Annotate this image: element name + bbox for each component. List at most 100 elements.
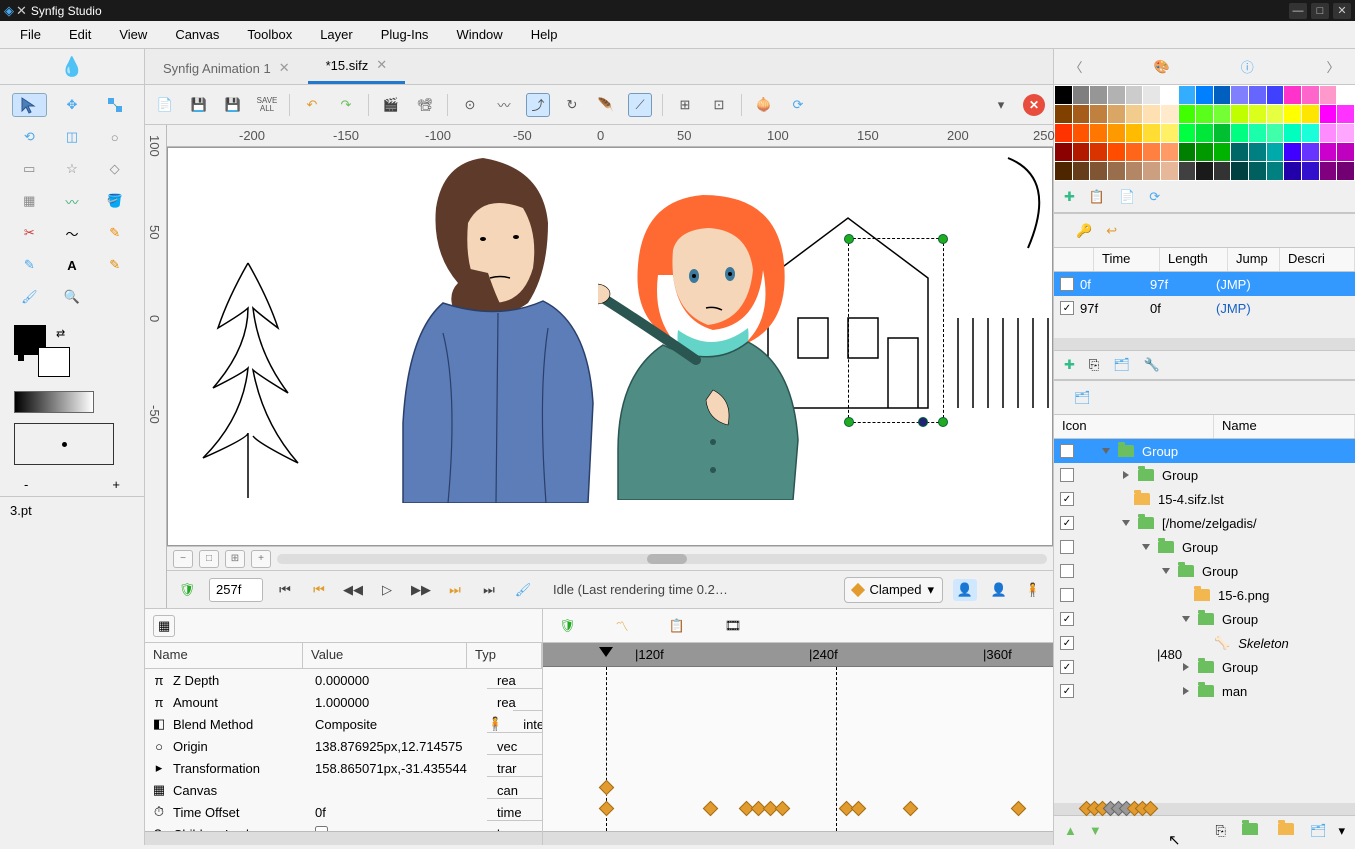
palette-cell[interactable] <box>1108 143 1125 161</box>
palette-cell[interactable] <box>1161 143 1178 161</box>
nav-fwd-icon[interactable]: 〉 <box>1321 55 1345 79</box>
palette-cell[interactable] <box>1161 124 1178 142</box>
palette-cell[interactable] <box>1267 105 1284 123</box>
palette-cell[interactable] <box>1196 105 1213 123</box>
param-value[interactable]: 0f <box>315 805 481 820</box>
tab-close-icon[interactable]: ✕ <box>376 57 387 73</box>
palette-cell[interactable] <box>1179 143 1196 161</box>
gradient-swatch[interactable] <box>14 391 94 413</box>
mode-animate-icon[interactable]: 〰 <box>492 93 516 117</box>
tool-rotate[interactable]: ⟲ <box>12 125 47 149</box>
seek-prev-frame-icon[interactable]: ◀◀ <box>341 579 365 601</box>
palette-cell[interactable] <box>1337 162 1354 180</box>
layers-tab-icon[interactable]: 🗂 <box>1074 390 1091 406</box>
layer-new-icon[interactable]: ⎘ <box>1216 823 1226 839</box>
palette-cell[interactable] <box>1284 162 1301 180</box>
nav-palette-icon[interactable]: 🎨 <box>1150 55 1174 79</box>
keyframe-jump[interactable]: (JMP) <box>1216 301 1272 316</box>
layers-col-icon[interactable]: Icon <box>1054 415 1214 438</box>
palette-cell[interactable] <box>1073 162 1090 180</box>
handle-tool-icon[interactable]: 🪶 <box>594 93 618 117</box>
menu-file[interactable]: File <box>6 23 55 46</box>
palette-cell[interactable] <box>1090 124 1107 142</box>
tool-width[interactable]: 〜 <box>55 221 90 245</box>
layer-row[interactable]: 15-6.png <box>1054 583 1355 607</box>
tool-scale[interactable] <box>97 93 132 117</box>
tool-circle[interactable]: ○ <box>97 125 132 149</box>
menu-layer[interactable]: Layer <box>306 23 367 46</box>
handle-tl[interactable] <box>844 234 854 244</box>
palette-cell[interactable] <box>1214 86 1231 104</box>
handle-origin[interactable] <box>918 417 928 427</box>
zoom-100-button[interactable]: ⊞ <box>225 550 245 568</box>
tab-15-sifz[interactable]: *15.sifz✕ <box>308 49 406 84</box>
layer-row[interactable]: ✓ [/home/zelgadis/ <box>1054 511 1355 535</box>
menu-edit[interactable]: Edit <box>55 23 105 46</box>
mode-loop-icon[interactable]: ↻ <box>560 93 584 117</box>
palette-cell[interactable] <box>1055 86 1072 104</box>
handle-tr[interactable] <box>938 234 948 244</box>
timeline-tab-2-icon[interactable]: 〽 <box>616 616 629 635</box>
palette-cell[interactable] <box>1249 124 1266 142</box>
tool-draw[interactable]: ✎ <box>12 253 47 277</box>
palette-cell[interactable] <box>1337 143 1354 161</box>
timeline-keyframe[interactable] <box>599 801 615 817</box>
tool-star[interactable]: ☆ <box>55 157 90 181</box>
palette-cell[interactable] <box>1320 162 1337 180</box>
layer-group-icon[interactable] <box>1238 823 1262 838</box>
menu-view[interactable]: View <box>105 23 161 46</box>
keyframe-row[interactable]: ✓ 97f 0f (JMP) <box>1054 296 1355 320</box>
current-frame-input[interactable]: 257f <box>209 578 263 602</box>
canvas-viewport[interactable] <box>167 147 1053 546</box>
param-value[interactable]: 1.000000 <box>315 695 481 710</box>
palette-cell[interactable] <box>1073 86 1090 104</box>
palette-cell[interactable] <box>1161 162 1178 180</box>
save-as-icon[interactable]: 💾 <box>221 93 245 117</box>
palette-cell[interactable] <box>1302 124 1319 142</box>
color-swatches[interactable]: ⇄ <box>14 325 74 381</box>
mode-normal-icon[interactable]: ⊙ <box>458 93 482 117</box>
palette-cell[interactable] <box>1267 143 1284 161</box>
keyframe-row[interactable]: ✓ 0f 97f (JMP) <box>1054 272 1355 296</box>
kf-props-icon[interactable]: 🔧 <box>1144 357 1160 373</box>
palette-cell[interactable] <box>1108 124 1125 142</box>
kf-col-descr[interactable]: Descri <box>1280 248 1355 271</box>
zoom-fit-button[interactable]: □ <box>199 550 219 568</box>
timeline-body[interactable]: ↖ <box>543 667 1053 831</box>
layer-visible-checkbox[interactable]: ✓ <box>1060 612 1074 626</box>
palette-cell[interactable] <box>1055 143 1072 161</box>
layer-menu-icon[interactable]: ▾ <box>1338 823 1345 839</box>
layers-col-name[interactable]: Name <box>1214 415 1355 438</box>
palette-cell[interactable] <box>1055 124 1072 142</box>
palette-cell[interactable] <box>1302 162 1319 180</box>
save-all-icon[interactable]: SAVEALL <box>255 93 279 117</box>
tool-polygon[interactable]: ◇ <box>97 157 132 181</box>
layer-row[interactable]: Group <box>1054 535 1355 559</box>
layer-row[interactable]: ✓ man <box>1054 679 1355 703</box>
keyframe-checkbox[interactable]: ✓ <box>1060 301 1074 315</box>
layer-down-icon[interactable]: ▼ <box>1089 823 1102 838</box>
tool-brush[interactable]: 🖌 <box>12 285 47 309</box>
layer-visible-checkbox[interactable]: ✓ <box>1060 636 1074 650</box>
keyframe-jump[interactable]: (JMP) <box>1216 277 1272 292</box>
palette-cell[interactable] <box>1337 105 1354 123</box>
stop-render-button[interactable]: ✕ <box>1023 94 1045 116</box>
palette-add-icon[interactable]: ✚ <box>1064 189 1075 205</box>
palette-cell[interactable] <box>1320 105 1337 123</box>
layer-visible-checkbox[interactable] <box>1060 468 1074 482</box>
palette-cell[interactable] <box>1302 105 1319 123</box>
palette-cell[interactable] <box>1161 86 1178 104</box>
palette-cell[interactable] <box>1126 124 1143 142</box>
palette-cell[interactable] <box>1231 143 1248 161</box>
background-color[interactable] <box>38 347 70 377</box>
palette-cell[interactable] <box>1214 124 1231 142</box>
brush-decrease[interactable]: - <box>24 477 28 492</box>
palette-cell[interactable] <box>1214 143 1231 161</box>
palette-cell[interactable] <box>1214 105 1231 123</box>
param-value[interactable]: 158.865071px,-31.435544 <box>315 761 481 776</box>
layer-row[interactable]: ✓ Group <box>1054 655 1355 679</box>
params-col-type[interactable]: Typ <box>467 643 542 668</box>
seek-start-icon[interactable]: ⏮ <box>273 579 297 601</box>
nav-info-icon[interactable]: ⓘ <box>1235 55 1259 79</box>
palette-cell[interactable] <box>1055 162 1072 180</box>
